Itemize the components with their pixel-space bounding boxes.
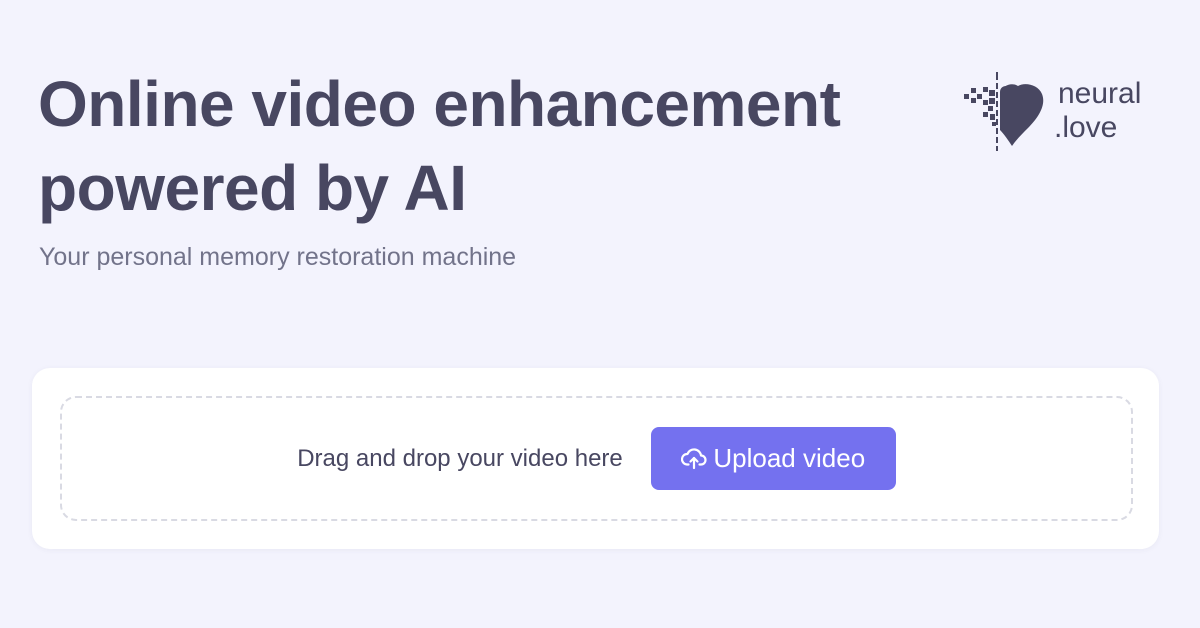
neural-love-logo: neural .love <box>962 72 1172 152</box>
upload-video-button[interactable]: Upload video <box>650 427 896 490</box>
page-title: Online video enhancement powered by AI <box>38 62 841 230</box>
page-subtitle: Your personal memory restoration machine <box>39 243 517 271</box>
upload-card: Drag and drop your video here Upload vid… <box>32 368 1159 549</box>
logo-line-1: neural <box>1058 77 1142 110</box>
video-dropzone[interactable]: Drag and drop your video here Upload vid… <box>60 396 1133 521</box>
cloud-upload-icon <box>681 447 707 471</box>
title-line-2: powered by AI <box>38 152 467 224</box>
logo-line-2: .love <box>1054 111 1118 144</box>
upload-button-label: Upload video <box>713 443 866 473</box>
title-line-1: Online video enhancement <box>38 68 841 140</box>
pixel-heart-icon <box>964 72 1044 151</box>
logo-wordmark: neural .love <box>1054 77 1142 145</box>
dropzone-text: Drag and drop your video here <box>297 444 623 472</box>
